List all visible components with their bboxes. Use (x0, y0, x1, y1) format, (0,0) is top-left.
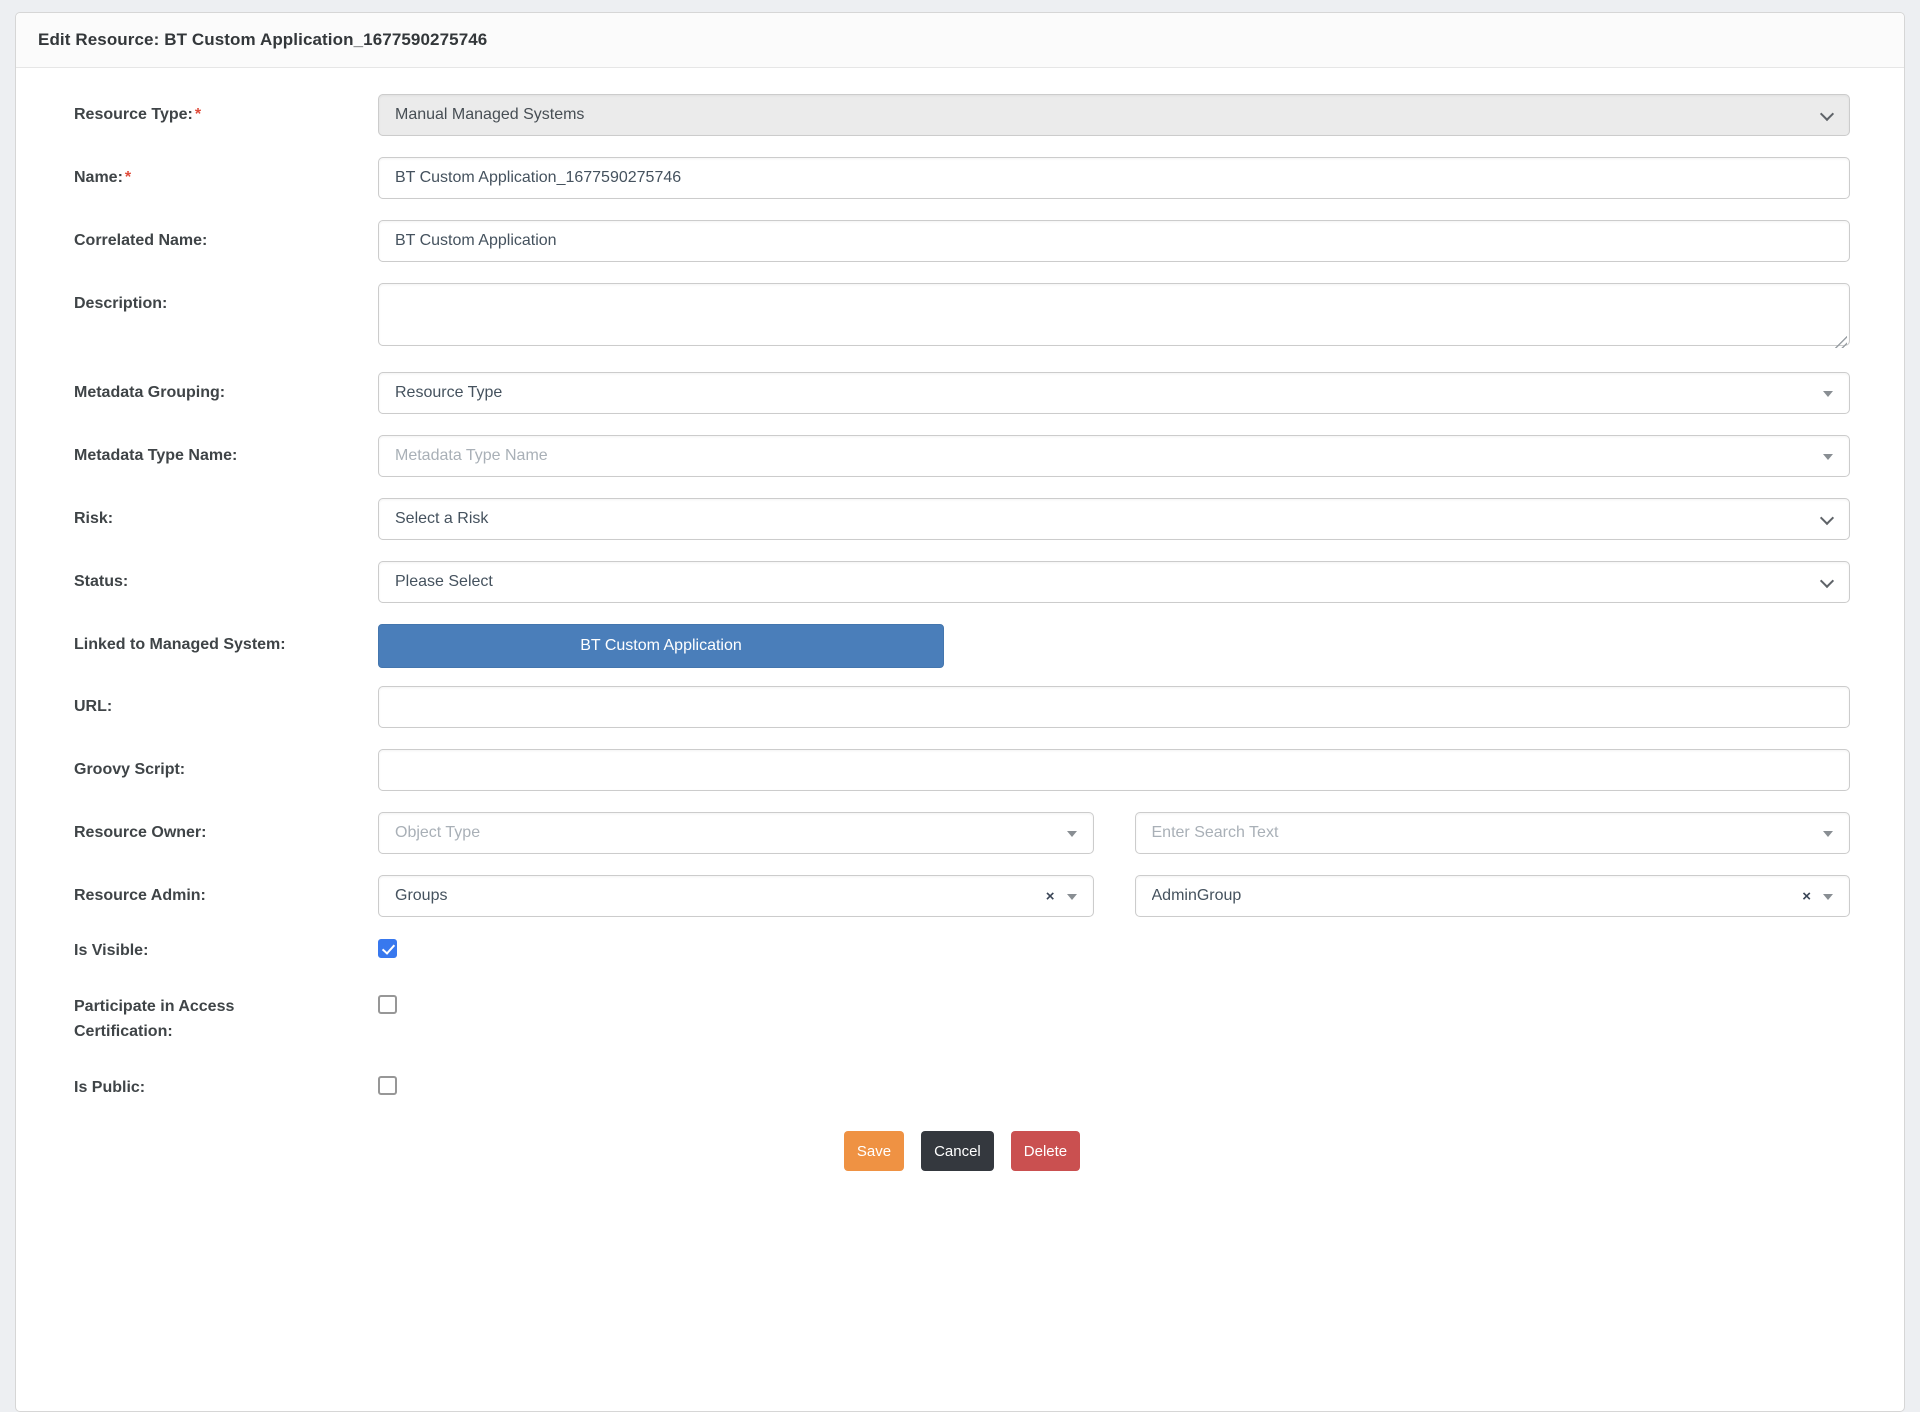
metadata-grouping-label: Metadata Grouping: (74, 372, 314, 405)
row-description: Description: (74, 283, 1850, 351)
status-value: Please Select (395, 573, 1833, 591)
resource-owner-search-select[interactable]: Enter Search Text (1135, 812, 1851, 854)
name-label: Name:* (74, 157, 314, 190)
name-input[interactable] (378, 157, 1850, 199)
is-public-label: Is Public: (74, 1075, 314, 1100)
url-label: URL: (74, 686, 314, 719)
resource-owner-object-type-placeholder: Object Type (395, 824, 1077, 842)
required-asterisk: * (195, 106, 201, 123)
resource-owner-object-type-select[interactable]: Object Type (378, 812, 1094, 854)
linked-managed-system-button[interactable]: BT Custom Application (378, 624, 944, 668)
row-resource-admin: Resource Admin: Groups × AdminGroup × (74, 875, 1850, 917)
row-status: Status: Please Select (74, 561, 1850, 603)
is-public-checkbox[interactable] (378, 1076, 397, 1095)
correlated-name-label: Correlated Name: (74, 220, 314, 253)
metadata-grouping-value: Resource Type (395, 384, 1833, 402)
risk-select[interactable]: Select a Risk (378, 498, 1850, 540)
row-resource-owner: Resource Owner: Object Type Enter Search… (74, 812, 1850, 854)
status-select[interactable]: Please Select (378, 561, 1850, 603)
row-is-visible: Is Visible: (74, 938, 1850, 963)
is-visible-label: Is Visible: (74, 938, 314, 963)
row-resource-type: Resource Type:* Manual Managed Systems (74, 94, 1850, 136)
dropdown-arrow-icon (1823, 454, 1833, 460)
delete-button[interactable]: Delete (1011, 1131, 1080, 1171)
cancel-button[interactable]: Cancel (921, 1131, 994, 1171)
clear-selection-icon[interactable]: × (1046, 886, 1055, 908)
row-correlated-name: Correlated Name: (74, 220, 1850, 262)
row-participate-access-certification: Participate in Access Certification: (74, 994, 1850, 1044)
edit-resource-panel: Edit Resource: BT Custom Application_167… (15, 12, 1905, 1412)
footer-actions: Save Cancel Delete (74, 1131, 1850, 1171)
participate-access-certification-label: Participate in Access Certification: (74, 994, 314, 1044)
resource-type-value: Manual Managed Systems (395, 106, 1833, 124)
panel-header: Edit Resource: BT Custom Application_167… (16, 13, 1904, 68)
resource-admin-value: AdminGroup (1152, 887, 1834, 905)
resource-type-select: Manual Managed Systems (378, 94, 1850, 136)
edit-resource-form: Resource Type:* Manual Managed Systems N… (16, 68, 1904, 1171)
resource-admin-value-select[interactable]: AdminGroup × (1135, 875, 1851, 917)
dropdown-arrow-icon (1067, 894, 1077, 900)
row-groovy-script: Groovy Script: (74, 749, 1850, 791)
status-label: Status: (74, 561, 314, 594)
dropdown-arrow-icon (1823, 391, 1833, 397)
risk-value: Select a Risk (395, 510, 1833, 528)
dropdown-arrow-icon (1823, 894, 1833, 900)
resource-admin-label: Resource Admin: (74, 875, 314, 908)
row-risk: Risk: Select a Risk (74, 498, 1850, 540)
correlated-name-input[interactable] (378, 220, 1850, 262)
metadata-grouping-select[interactable]: Resource Type (378, 372, 1850, 414)
participate-access-certification-checkbox[interactable] (378, 995, 397, 1014)
resource-admin-object-type-value: Groups (395, 887, 1077, 905)
metadata-type-name-placeholder: Metadata Type Name (395, 447, 1833, 465)
description-label: Description: (74, 283, 314, 316)
is-visible-checkbox[interactable] (378, 939, 397, 958)
row-url: URL: (74, 686, 1850, 728)
row-linked-to-managed-system: Linked to Managed System: BT Custom Appl… (74, 624, 1850, 668)
save-button[interactable]: Save (844, 1131, 904, 1171)
resource-owner-search-placeholder: Enter Search Text (1152, 824, 1834, 842)
clear-selection-icon[interactable]: × (1802, 886, 1811, 908)
resource-type-label: Resource Type:* (74, 94, 314, 127)
resource-admin-object-type-select[interactable]: Groups × (378, 875, 1094, 917)
row-metadata-type-name: Metadata Type Name: Metadata Type Name (74, 435, 1850, 477)
linked-to-managed-system-label: Linked to Managed System: (74, 624, 314, 657)
row-name: Name:* (74, 157, 1850, 199)
groovy-script-input[interactable] (378, 749, 1850, 791)
row-metadata-grouping: Metadata Grouping: Resource Type (74, 372, 1850, 414)
resource-owner-label: Resource Owner: (74, 812, 314, 845)
required-asterisk: * (125, 169, 131, 186)
page-title: Edit Resource: BT Custom Application_167… (38, 30, 487, 50)
description-textarea[interactable] (378, 283, 1850, 346)
metadata-type-name-select[interactable]: Metadata Type Name (378, 435, 1850, 477)
metadata-type-name-label: Metadata Type Name: (74, 435, 314, 468)
dropdown-arrow-icon (1823, 831, 1833, 837)
dropdown-arrow-icon (1067, 831, 1077, 837)
risk-label: Risk: (74, 498, 314, 531)
row-is-public: Is Public: (74, 1075, 1850, 1100)
groovy-script-label: Groovy Script: (74, 749, 314, 782)
url-input[interactable] (378, 686, 1850, 728)
